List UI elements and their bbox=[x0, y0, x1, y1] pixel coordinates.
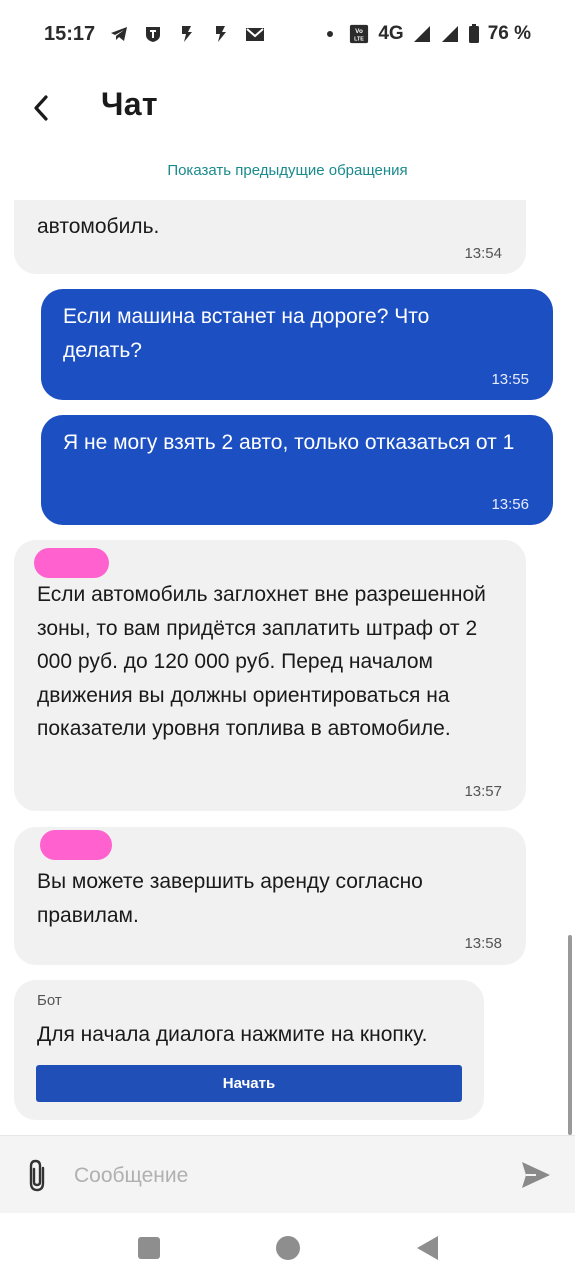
recents-button[interactable] bbox=[136, 1235, 162, 1261]
show-previous-link[interactable]: Показать предыдущие обращения bbox=[0, 162, 575, 179]
triangle-back-icon bbox=[417, 1236, 438, 1260]
back-nav-button[interactable] bbox=[414, 1235, 440, 1261]
message-time: 13:57 bbox=[464, 783, 502, 800]
chat-messages[interactable]: автомобиль. 13:54 Если машина встанет на… bbox=[0, 200, 575, 1135]
redacted-sender-name bbox=[40, 830, 112, 860]
message-text: Вы можете завершить аренду согласно прав… bbox=[37, 870, 423, 927]
message-outgoing: Если машина встанет на дороге? Что делат… bbox=[41, 289, 553, 400]
message-incoming: Вы можете завершить аренду согласно прав… bbox=[14, 827, 526, 965]
message-input[interactable] bbox=[74, 1156, 474, 1196]
shield-t-icon bbox=[143, 24, 163, 44]
square-icon bbox=[138, 1237, 160, 1259]
start-button[interactable]: Начать bbox=[36, 1065, 462, 1102]
sender-name: Бот bbox=[37, 992, 62, 1009]
message-text: автомобиль. bbox=[37, 215, 160, 238]
paperclip-icon bbox=[29, 1159, 45, 1192]
svg-text:Vo: Vo bbox=[356, 28, 364, 35]
message-time: 13:58 bbox=[464, 935, 502, 952]
signal-icon bbox=[412, 24, 432, 44]
status-time: 15:17 bbox=[44, 22, 96, 45]
message-input-bar bbox=[0, 1135, 575, 1213]
flash-icon bbox=[177, 24, 197, 44]
scrollbar[interactable] bbox=[568, 935, 572, 1135]
attach-button[interactable] bbox=[24, 1158, 54, 1194]
back-arrow-icon bbox=[34, 95, 48, 121]
circle-icon bbox=[276, 1236, 300, 1260]
message-text: Я не могу взять 2 авто, только отказатьс… bbox=[63, 431, 515, 454]
telegram-icon bbox=[109, 24, 129, 44]
mail-icon bbox=[245, 24, 265, 44]
message-text: Для начала диалога нажмите на кнопку. bbox=[37, 1023, 428, 1046]
status-bar: 15:17 Vo LTE 4G 76 % bbox=[0, 0, 575, 68]
message-time: 13:56 bbox=[491, 496, 529, 513]
flash-icon bbox=[211, 24, 231, 44]
battery-level: 76 % bbox=[487, 23, 531, 44]
dot-icon bbox=[320, 24, 340, 44]
battery-icon bbox=[468, 24, 480, 44]
page-title: Чат bbox=[101, 86, 158, 122]
redacted-sender-name bbox=[34, 548, 109, 578]
back-button[interactable] bbox=[26, 90, 56, 126]
bot-message: Бот Для начала диалога нажмите на кнопку… bbox=[14, 980, 484, 1120]
message-text: Если машина встанет на дороге? Что делат… bbox=[63, 305, 430, 362]
svg-text:LTE: LTE bbox=[354, 36, 364, 42]
network-type: 4G bbox=[378, 23, 404, 44]
message-incoming: Если автомобиль заглохнет вне разрешенно… bbox=[14, 540, 526, 811]
send-button[interactable] bbox=[520, 1160, 552, 1190]
message-incoming: автомобиль. 13:54 bbox=[14, 200, 526, 274]
home-button[interactable] bbox=[275, 1235, 301, 1261]
signal-icon bbox=[440, 24, 460, 44]
system-nav-bar bbox=[0, 1213, 575, 1280]
message-time: 13:55 bbox=[491, 371, 529, 388]
message-time: 13:54 bbox=[464, 245, 502, 262]
message-outgoing: Я не могу взять 2 авто, только отказатьс… bbox=[41, 415, 553, 525]
message-text: Если автомобиль заглохнет вне разрешенно… bbox=[37, 583, 486, 740]
volte-icon: Vo LTE bbox=[348, 24, 370, 44]
chat-header: Чат bbox=[0, 68, 575, 148]
send-icon bbox=[522, 1162, 550, 1188]
